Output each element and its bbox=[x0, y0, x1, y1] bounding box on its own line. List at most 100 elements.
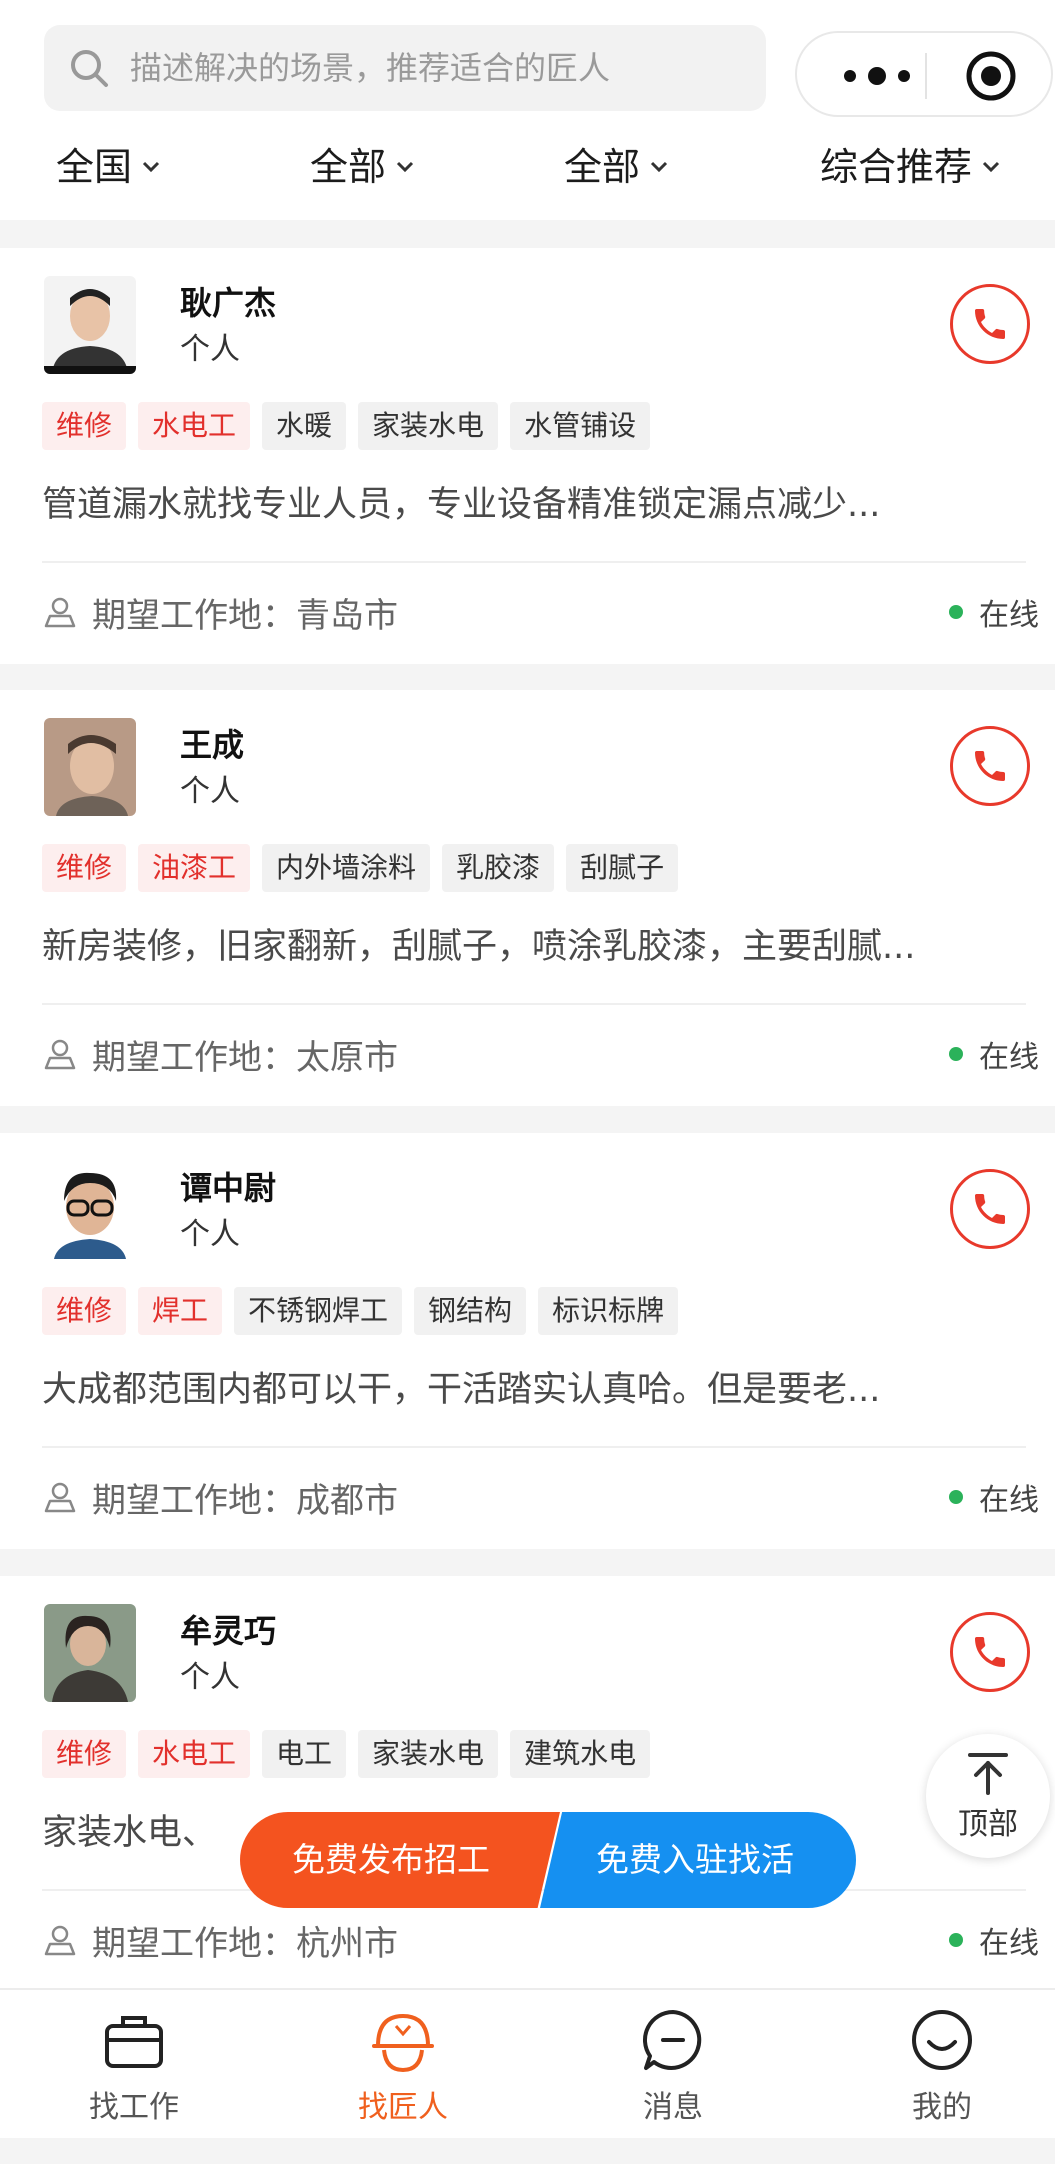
tag: 建筑水电 bbox=[510, 1730, 651, 1778]
worker-type: 个人 bbox=[180, 332, 240, 367]
location-user-icon bbox=[44, 1925, 76, 1956]
location-user-icon bbox=[44, 1039, 76, 1070]
status-text: 在线 bbox=[979, 598, 1039, 633]
back-to-top-label: 顶部 bbox=[958, 1807, 1018, 1842]
tag: 水电工 bbox=[138, 1730, 251, 1778]
filter-category[interactable]: 全部 bbox=[310, 130, 416, 204]
filter-sort-label: 综合推荐 bbox=[820, 145, 973, 189]
location-user-icon bbox=[44, 597, 76, 628]
more-dots-icon[interactable] bbox=[832, 55, 922, 97]
skill-tags: 维修 油漆工 内外墙涂料 乳胶漆 刮腻子 bbox=[42, 844, 679, 892]
tag: 刮腻子 bbox=[566, 844, 679, 892]
filter-sort[interactable]: 综合推荐 bbox=[820, 130, 1002, 204]
skill-tags: 维修 焊工 不锈钢焊工 钢结构 标识标牌 bbox=[42, 1287, 679, 1335]
tag: 乳胶漆 bbox=[442, 844, 555, 892]
tab-label: 我的 bbox=[912, 2090, 972, 2125]
capsule-divider bbox=[925, 53, 927, 99]
worker-name: 耿广杰 bbox=[180, 284, 277, 322]
status-online: 在线 bbox=[949, 1918, 1039, 1962]
arrow-up-icon bbox=[968, 1753, 1008, 1795]
filter-region-label: 全国 bbox=[56, 145, 133, 189]
worker-name: 谭中尉 bbox=[180, 1169, 277, 1207]
status-online: 在线 bbox=[949, 1475, 1039, 1519]
find-work-button[interactable]: 免费入驻找活 bbox=[540, 1812, 856, 1908]
worker-name: 牟灵巧 bbox=[180, 1612, 277, 1650]
target-icon[interactable] bbox=[965, 50, 1017, 102]
worker-name: 王成 bbox=[180, 726, 245, 764]
tab-messages[interactable]: 消息 bbox=[593, 2006, 753, 2130]
tag: 电工 bbox=[262, 1730, 347, 1778]
divider bbox=[42, 1446, 1026, 1448]
status-text: 在线 bbox=[979, 1483, 1039, 1518]
phone-icon bbox=[975, 1194, 1005, 1224]
tag: 水电工 bbox=[138, 402, 251, 450]
avatar bbox=[44, 1161, 136, 1259]
chevron-down-icon bbox=[396, 161, 414, 173]
search-bar[interactable]: 描述解决的场景，推荐适合的匠人 bbox=[44, 25, 766, 111]
chevron-down-icon bbox=[982, 161, 1000, 173]
worker-card[interactable]: 牟灵巧 个人 维修 水电工 电工 家装水电 建筑水电 家装水电、 期望工作地：杭… bbox=[0, 1576, 1055, 1992]
tab-mine[interactable]: 我的 bbox=[862, 2006, 1022, 2130]
top-header: 描述解决的场景，推荐适合的匠人 全国 全部 全部 综合推荐 bbox=[0, 0, 1055, 220]
call-button[interactable] bbox=[950, 1169, 1030, 1249]
location-text: 期望工作地：青岛市 bbox=[92, 595, 398, 636]
status-text: 在线 bbox=[979, 1926, 1039, 1961]
filter-type-label: 全部 bbox=[564, 145, 641, 189]
status-online: 在线 bbox=[949, 590, 1039, 634]
work-location: 期望工作地：成都市 bbox=[42, 1473, 398, 1521]
filter-bar: 全国 全部 全部 综合推荐 bbox=[0, 130, 1055, 204]
phone-icon bbox=[975, 309, 1005, 339]
tab-bar: 找工作 找匠人 消息 我的 bbox=[0, 1988, 1055, 2138]
location-user-icon bbox=[44, 1482, 76, 1513]
phone-icon bbox=[975, 751, 1005, 781]
call-button[interactable] bbox=[950, 284, 1030, 364]
tag: 维修 bbox=[42, 1287, 127, 1335]
tag: 维修 bbox=[42, 844, 127, 892]
avatar bbox=[44, 276, 136, 374]
tab-find-job[interactable]: 找工作 bbox=[54, 2006, 214, 2130]
filter-type[interactable]: 全部 bbox=[564, 130, 670, 204]
worker-type: 个人 bbox=[180, 774, 240, 809]
avatar bbox=[44, 718, 136, 816]
tag: 不锈钢焊工 bbox=[234, 1287, 403, 1335]
search-icon bbox=[71, 50, 108, 87]
worker-card[interactable]: 王成 个人 维修 油漆工 内外墙涂料 乳胶漆 刮腻子 新房装修，旧家翻新，刮腻子… bbox=[0, 690, 1055, 1106]
work-location: 期望工作地：太原市 bbox=[42, 1030, 398, 1078]
tab-find-craftsman[interactable]: 找匠人 bbox=[323, 2006, 483, 2130]
divider bbox=[42, 561, 1026, 563]
home-indicator-area bbox=[0, 2138, 1055, 2164]
chevron-down-icon bbox=[650, 161, 668, 173]
tab-label: 找工作 bbox=[89, 2090, 179, 2125]
helmet-icon bbox=[372, 2013, 434, 2073]
work-location: 期望工作地：杭州市 bbox=[42, 1916, 398, 1964]
post-job-button[interactable]: 免费发布招工 bbox=[240, 1812, 560, 1908]
message-icon bbox=[642, 2010, 702, 2070]
worker-description: 大成都范围内都可以干，干活踏实认真哈。但是要老... bbox=[42, 1370, 881, 1410]
online-dot-icon bbox=[949, 1490, 963, 1504]
tag: 水暖 bbox=[262, 402, 347, 450]
briefcase-icon bbox=[105, 2016, 163, 2068]
worker-description: 新房装修，旧家翻新，刮腻子，喷涂乳胶漆，主要刮腻... bbox=[42, 927, 916, 967]
divider bbox=[42, 1003, 1026, 1005]
back-to-top-button[interactable]: 顶部 bbox=[926, 1734, 1050, 1858]
call-button[interactable] bbox=[950, 726, 1030, 806]
online-dot-icon bbox=[949, 605, 963, 619]
worker-type: 个人 bbox=[180, 1217, 240, 1252]
worker-card[interactable]: 耿广杰 个人 维修 水电工 水暖 家装水电 水管铺设 管道漏水就找专业人员，专业… bbox=[0, 248, 1055, 664]
skill-tags: 维修 水电工 电工 家装水电 建筑水电 bbox=[42, 1730, 651, 1778]
tag: 家装水电 bbox=[358, 402, 499, 450]
status-text: 在线 bbox=[979, 1040, 1039, 1075]
call-button[interactable] bbox=[950, 1612, 1030, 1692]
worker-card[interactable]: 谭中尉 个人 维修 焊工 不锈钢焊工 钢结构 标识标牌 大成都范围内都可以干，干… bbox=[0, 1133, 1055, 1549]
tag: 油漆工 bbox=[138, 844, 251, 892]
filter-category-label: 全部 bbox=[310, 145, 387, 189]
tag: 内外墙涂料 bbox=[262, 844, 431, 892]
tag: 钢结构 bbox=[414, 1287, 527, 1335]
cta-bar: 免费发布招工 免费入驻找活 bbox=[240, 1812, 856, 1908]
tag: 家装水电 bbox=[358, 1730, 499, 1778]
search-placeholder: 描述解决的场景，推荐适合的匠人 bbox=[130, 49, 611, 87]
skill-tags: 维修 水电工 水暖 家装水电 水管铺设 bbox=[42, 402, 651, 450]
filter-region[interactable]: 全国 bbox=[56, 130, 162, 204]
status-online: 在线 bbox=[949, 1032, 1039, 1076]
tag: 水管铺设 bbox=[510, 402, 651, 450]
